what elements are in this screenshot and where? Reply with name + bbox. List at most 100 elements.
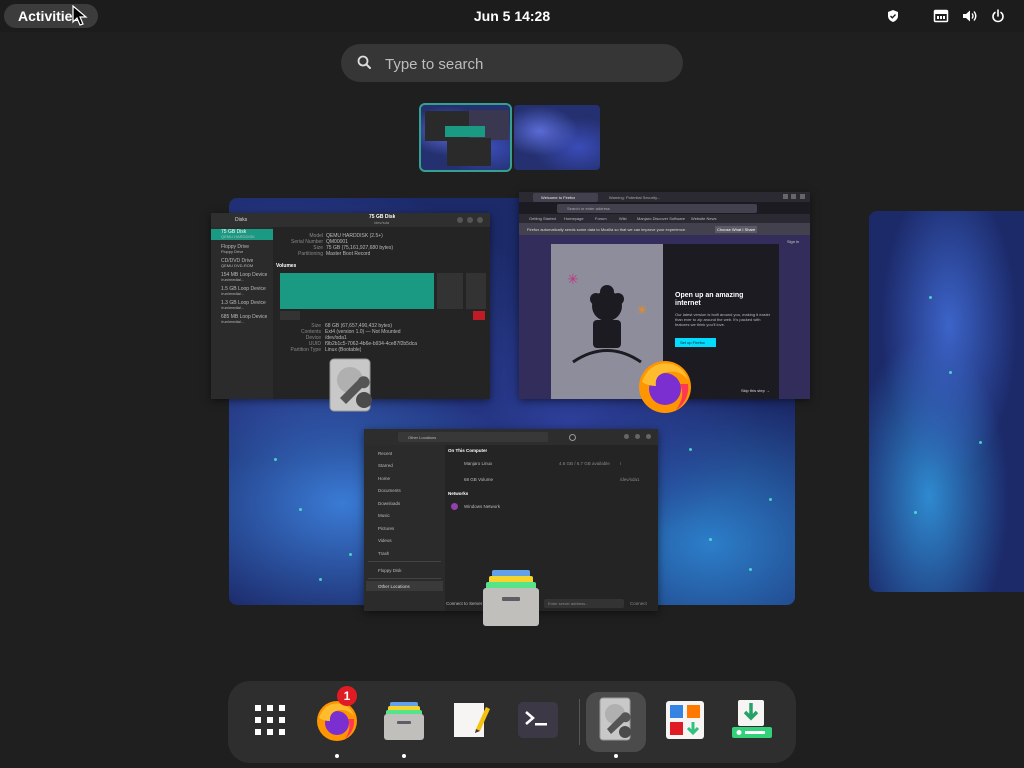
files-app-icon [482, 568, 540, 633]
clock-area: Jun 5 14:28 [0, 0, 1024, 32]
connect-button[interactable]: Connect [630, 601, 647, 606]
search-icon[interactable] [569, 434, 576, 441]
play-button[interactable] [280, 311, 300, 320]
sidebar-item-videos[interactable]: Videos [378, 538, 392, 543]
dash-files[interactable] [374, 692, 434, 758]
running-indicator [335, 754, 339, 758]
sidebar-item-music[interactable]: Music [378, 513, 390, 518]
section-on-this-computer: On This Computer [448, 448, 488, 453]
files-icon [383, 699, 425, 746]
close-button[interactable] [477, 217, 483, 223]
shield-icon[interactable] [881, 0, 905, 32]
disks-icon [598, 697, 634, 748]
app-grid-icon [253, 703, 287, 742]
close-button[interactable] [800, 194, 805, 199]
disks-sidebar: 75 GB Disk QEMU HARDDISK Floppy Drive Fl… [211, 227, 273, 399]
firefox-tabbar: Welcome to Firefox Warning: Potential Se… [519, 192, 810, 202]
firefox-icon [315, 698, 359, 747]
firefox-app-icon [636, 356, 694, 421]
minimize-button[interactable] [783, 194, 788, 199]
dash-firefox[interactable]: 1 [307, 686, 367, 758]
maximize-button[interactable] [467, 217, 473, 223]
volume-icon[interactable] [958, 0, 982, 32]
bookmark-item[interactable]: Getting Started [529, 216, 556, 221]
terminal-icon [517, 699, 559, 746]
workspace-thumbnail-1[interactable] [419, 103, 512, 172]
disks-app-icon [328, 358, 376, 419]
text-editor-icon [450, 699, 492, 746]
workspace-thumbnail-2[interactable] [514, 105, 600, 170]
sidebar-item-documents[interactable]: Documents [378, 488, 401, 493]
dash-software[interactable] [655, 692, 715, 752]
clock[interactable]: Jun 5 14:28 [474, 8, 550, 24]
disks-headerbar: Disks 75 GB Disk /dev/sda [211, 213, 490, 227]
files-sidebar: Recent Starred Home Documents Downloads … [364, 445, 445, 611]
tab-warning[interactable]: Warning: Potential Security... [601, 193, 661, 202]
dash-separator [579, 699, 580, 745]
maximize-button[interactable] [791, 194, 796, 199]
disks-sidebar-title: Disks [235, 217, 248, 223]
dash-installer[interactable] [722, 692, 782, 752]
sidebar-item-home[interactable]: Home [378, 476, 390, 481]
location-item[interactable]: Manjaro Linux [464, 461, 492, 466]
sidebar-item-pictures[interactable]: Pictures [378, 526, 394, 531]
running-indicator [614, 754, 618, 758]
sidebar-item-downloads[interactable]: Downloads [378, 501, 400, 506]
sidebar-item-starred[interactable]: Starred [378, 463, 393, 468]
installer-icon [731, 699, 773, 746]
notification-badge: 1 [337, 686, 357, 706]
url-bar[interactable]: Search or enter address [557, 204, 757, 213]
sidebar-item-trash[interactable]: Trash [378, 551, 389, 556]
bookmark-item[interactable]: Website News [691, 216, 717, 221]
mouse-cursor-icon [72, 4, 88, 32]
top-bar: Activities Jun 5 14:28 [0, 0, 1024, 32]
search-icon [357, 55, 371, 76]
location-item[interactable]: 68 GB Volume [464, 477, 493, 482]
dash-disks[interactable] [586, 692, 646, 758]
sidebar-item-floppy[interactable]: Floppy Disk [378, 568, 402, 573]
dash-terminal[interactable] [508, 692, 568, 752]
show-apps-button[interactable] [240, 692, 300, 752]
location-item[interactable]: Windows Network [464, 504, 500, 509]
maximize-button[interactable] [635, 434, 640, 439]
connect-to-server-label: Connect to Server [446, 601, 483, 606]
bookmark-item[interactable]: Manjaro Discover Software [637, 216, 685, 221]
welcome-body: Our latest version is built around you, … [675, 312, 771, 327]
software-icon [664, 699, 706, 746]
svg-text:✳: ✳ [637, 303, 647, 317]
svg-text:✳: ✳ [567, 271, 579, 287]
sign-in-link[interactable]: Sign in [787, 239, 799, 244]
power-icon[interactable] [986, 0, 1010, 32]
bookmark-item[interactable]: Homepage [564, 216, 584, 221]
dash-text-editor[interactable] [441, 692, 501, 752]
next-workspace-preview[interactable] [869, 211, 1024, 592]
files-headerbar: Other Locations [364, 429, 658, 445]
network-icon [451, 503, 458, 510]
bookmark-item[interactable]: Wiki [619, 216, 627, 221]
minimize-button[interactable] [624, 434, 629, 439]
search-box[interactable] [341, 44, 683, 84]
dash: 1 [228, 681, 796, 763]
setup-firefox-button[interactable]: Set up Firefox [675, 338, 716, 347]
section-networks: Networks [448, 491, 469, 496]
network-wired-icon[interactable] [929, 0, 953, 32]
path-bar[interactable]: Other Locations [398, 432, 548, 442]
sidebar-item-recent[interactable]: Recent [378, 451, 392, 456]
running-indicator [402, 754, 406, 758]
partition-bar[interactable] [437, 273, 463, 309]
bookmarks-bar: Getting Started Homepage Forum Wiki Manj… [519, 214, 810, 223]
server-address-input[interactable]: Enter server address... [544, 599, 624, 608]
bookmark-item[interactable]: Forum [595, 216, 607, 221]
partition-bar-selected[interactable] [280, 273, 434, 309]
skip-step-link[interactable]: Skip this step → [741, 388, 770, 393]
minimize-button[interactable] [457, 217, 463, 223]
data-notice-bar: Firefox automatically sends some data to… [519, 223, 810, 235]
close-button[interactable] [646, 434, 651, 439]
search-input[interactable] [383, 44, 667, 84]
delete-partition-button[interactable] [473, 311, 485, 320]
choose-what-i-share-button[interactable]: Choose What I Share [715, 226, 758, 233]
partition-bar[interactable] [466, 273, 486, 309]
sidebar-item-other-locations[interactable]: Other Locations [378, 584, 410, 589]
disks-subtitle: /dev/sda [374, 220, 390, 225]
tab-welcome[interactable]: Welcome to Firefox [533, 193, 598, 202]
